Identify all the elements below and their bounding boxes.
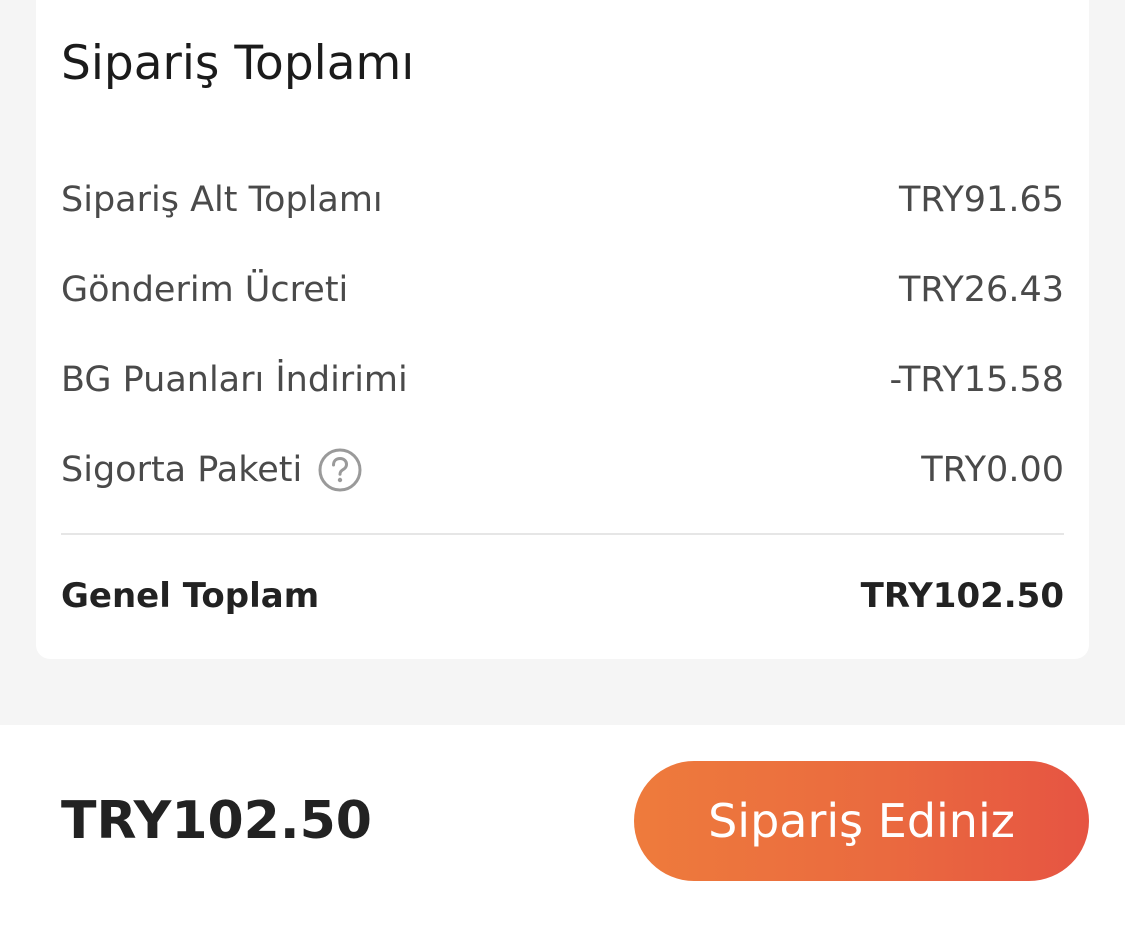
- summary-divider: [61, 533, 1064, 535]
- shipping-fee-label: Gönderim Ücreti: [61, 270, 349, 310]
- points-discount-row: BG Puanları İndirimi -TRY15.58: [61, 355, 1064, 405]
- insurance-package-row: Sigorta Paketi TRY0.00: [61, 445, 1064, 495]
- checkout-total: TRY102.50: [61, 791, 372, 851]
- grand-total-row: Genel Toplam TRY102.50: [61, 571, 1064, 621]
- subtotal-value: TRY91.65: [898, 180, 1064, 220]
- order-summary-card: Sipariş Toplamı Sipariş Alt Toplamı TRY9…: [36, 0, 1089, 659]
- place-order-button[interactable]: Sipariş Ediniz: [634, 761, 1089, 881]
- subtotal-row: Sipariş Alt Toplamı TRY91.65: [61, 175, 1064, 225]
- shipping-fee-value: TRY26.43: [898, 270, 1064, 310]
- insurance-package-label-group: Sigorta Paketi: [61, 448, 362, 492]
- shipping-fee-row: Gönderim Ücreti TRY26.43: [61, 265, 1064, 315]
- subtotal-label: Sipariş Alt Toplamı: [61, 180, 383, 220]
- checkout-bar: TRY102.50 Sipariş Ediniz: [0, 725, 1125, 951]
- insurance-package-label: Sigorta Paketi: [61, 450, 303, 490]
- grand-total-value: TRY102.50: [860, 576, 1064, 616]
- points-discount-value: -TRY15.58: [889, 360, 1064, 400]
- points-discount-label: BG Puanları İndirimi: [61, 360, 408, 400]
- insurance-package-value: TRY0.00: [921, 450, 1064, 490]
- help-circle-icon[interactable]: [318, 448, 362, 492]
- grand-total-label: Genel Toplam: [61, 576, 320, 616]
- order-summary-title: Sipariş Toplamı: [61, 36, 415, 91]
